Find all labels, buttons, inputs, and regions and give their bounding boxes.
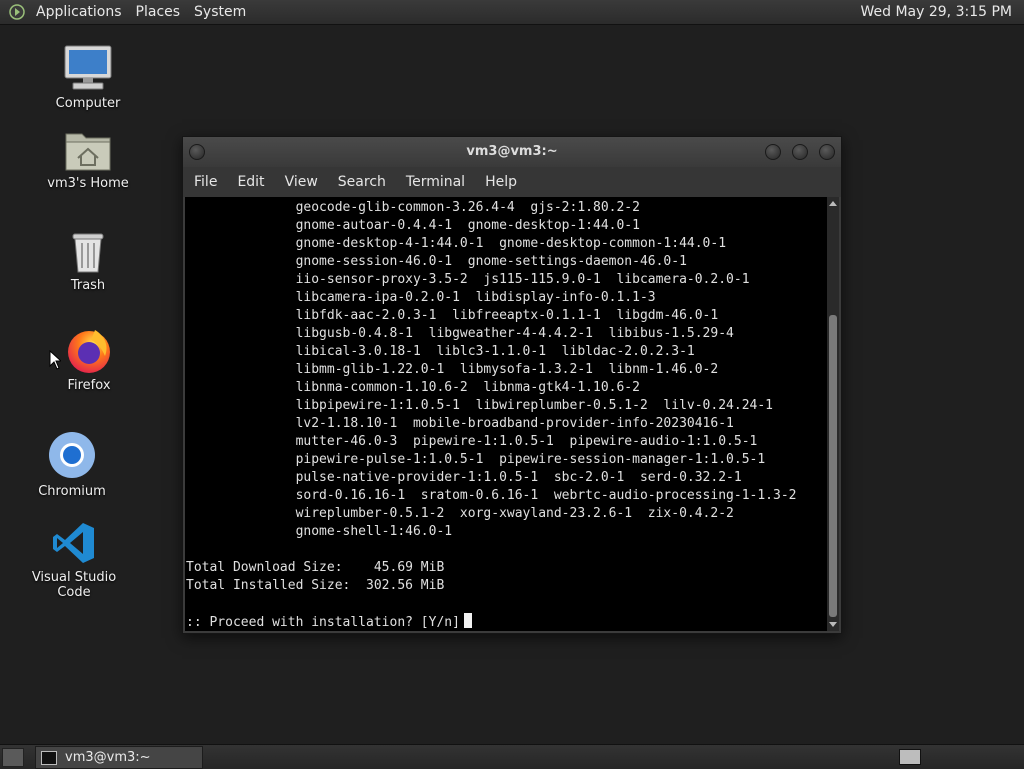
terminal-window[interactable]: vm3@vm3:~ File Edit View Search Terminal… [182, 136, 842, 634]
desktop-icon-computer[interactable]: Computer [28, 44, 148, 111]
computer-icon [63, 44, 113, 92]
desktop-icon-firefox[interactable]: Firefox [29, 326, 149, 393]
terminal-icon [41, 751, 57, 765]
workspace-switcher[interactable] [899, 749, 921, 765]
desktop-icon-vscode[interactable]: Visual Studio Code [14, 520, 134, 600]
terminal-line: lv2-1.18.10-1 mobile-broadband-provider-… [186, 416, 734, 431]
menu-applications[interactable]: Applications [29, 4, 129, 20]
terminal-line: libical-3.0.18-1 liblc3-1.1.0-1 libldac-… [186, 344, 695, 359]
firefox-icon [65, 326, 113, 374]
terminal-lines: geocode-glib-common-3.26.4-4 gjs-2:1.80.… [185, 197, 827, 631]
home-folder-icon [64, 128, 112, 172]
desktop-icon-label: Trash [71, 278, 105, 293]
terminal-line: pipewire-pulse-1:1.0.5-1 pipewire-sessio… [186, 452, 765, 467]
desktop-icon-chromium[interactable]: Chromium [12, 430, 132, 499]
vscode-icon [51, 520, 97, 566]
desktop-icon-label: Firefox [67, 378, 110, 393]
terminal-line: libnma-common-1.10.6-2 libnma-gtk4-1.10.… [186, 380, 640, 395]
terminal-line: gnome-shell-1:46.0-1 [186, 524, 452, 539]
taskbar-window-label: vm3@vm3:~ [65, 750, 151, 765]
bottom-panel: vm3@vm3:~ [0, 744, 1024, 769]
desktop-icon-label: Visual Studio Code [32, 570, 116, 600]
show-desktop-button[interactable] [2, 748, 24, 767]
menu-view[interactable]: View [275, 174, 328, 190]
menu-terminal[interactable]: Terminal [396, 174, 475, 190]
terminal-line: gnome-desktop-4-1:44.0-1 gnome-desktop-c… [186, 236, 726, 251]
chromium-icon [47, 430, 97, 480]
top-panel: Applications Places System Wed May 29, 3… [0, 0, 1024, 25]
terminal-line: mutter-46.0-3 pipewire-1:1.0.5-1 pipewir… [186, 434, 757, 449]
terminal-line: gnome-autoar-0.4.4-1 gnome-desktop-1:44.… [186, 218, 640, 233]
terminal-line: iio-sensor-proxy-3.5-2 js115-115.9.0-1 l… [186, 272, 750, 287]
menu-system[interactable]: System [187, 4, 253, 20]
system-menu-icon[interactable] [9, 4, 25, 20]
terminal-line: sord-0.16.16-1 sratom-0.6.16-1 webrtc-au… [186, 488, 796, 503]
terminal-scrollbar[interactable] [827, 197, 839, 631]
desktop-icon-label: Chromium [38, 484, 106, 499]
window-titlebar[interactable]: vm3@vm3:~ [183, 137, 841, 167]
terminal-output[interactable]: geocode-glib-common-3.26.4-4 gjs-2:1.80.… [185, 197, 827, 631]
terminal-line: gnome-session-46.0-1 gnome-settings-daem… [186, 254, 687, 269]
desktop-icon-trash[interactable]: Trash [28, 228, 148, 293]
desktop-icon-label: vm3's Home [47, 176, 129, 191]
window-menu-button[interactable] [189, 144, 205, 160]
text-cursor [464, 613, 472, 628]
scrollbar-thumb[interactable] [829, 315, 837, 617]
terminal-line: libgusb-0.4.8-1 libgweather-4-4.4.2-1 li… [186, 326, 734, 341]
terminal-line: Total Download Size: 45.69 MiB [186, 560, 444, 575]
terminal-line: pulse-native-provider-1:1.0.5-1 sbc-2.0-… [186, 470, 742, 485]
desktop-icon-home[interactable]: vm3's Home [28, 128, 148, 191]
terminal-line: libmm-glib-1.22.0-1 libmysofa-1.3.2-1 li… [186, 362, 718, 377]
desktop-icon-label: Computer [56, 96, 121, 111]
scroll-up-icon[interactable] [829, 201, 837, 206]
menu-places[interactable]: Places [129, 4, 188, 20]
taskbar-window-button[interactable]: vm3@vm3:~ [35, 746, 203, 769]
menu-help[interactable]: Help [475, 174, 527, 190]
trash-icon [68, 228, 108, 274]
scroll-down-icon[interactable] [829, 622, 837, 627]
terminal-line: libfdk-aac-2.0.3-1 libfreeaptx-0.1.1-1 l… [186, 308, 718, 323]
menu-search[interactable]: Search [328, 174, 396, 190]
minimize-button[interactable] [765, 144, 781, 160]
menu-file[interactable]: File [183, 174, 227, 190]
menu-edit[interactable]: Edit [227, 174, 274, 190]
window-title: vm3@vm3:~ [466, 144, 557, 159]
close-button[interactable] [819, 144, 835, 160]
terminal-line: wireplumber-0.5.1-2 xorg-xwayland-23.2.6… [186, 506, 734, 521]
clock[interactable]: Wed May 29, 3:15 PM [861, 4, 1024, 20]
terminal-line: Total Installed Size: 302.56 MiB [186, 578, 444, 593]
terminal-line: libpipewire-1:1.0.5-1 libwireplumber-0.5… [186, 398, 773, 413]
terminal-menubar: File Edit View Search Terminal Help [183, 167, 841, 197]
terminal-prompt: :: Proceed with installation? [Y/n] [186, 615, 460, 630]
terminal-line: libcamera-ipa-0.2.0-1 libdisplay-info-0.… [186, 290, 656, 305]
maximize-button[interactable] [792, 144, 808, 160]
mouse-pointer-icon [49, 350, 61, 370]
terminal-line: geocode-glib-common-3.26.4-4 gjs-2:1.80.… [186, 200, 640, 215]
